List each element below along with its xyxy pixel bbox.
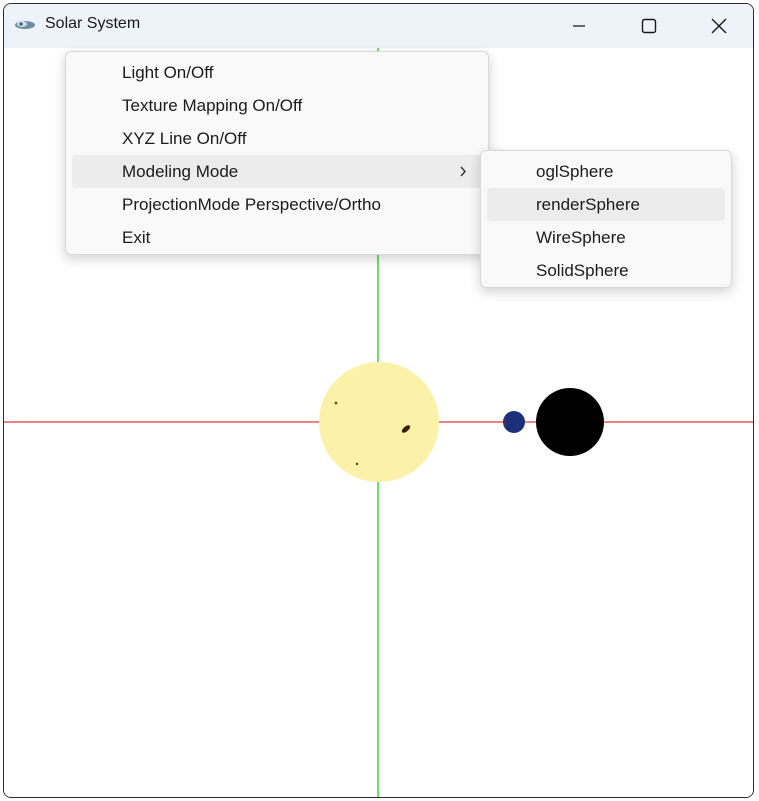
window-title: Solar System	[45, 15, 141, 32]
close-button[interactable]	[696, 4, 742, 48]
context-menu: Light On/Off Texture Mapping On/Off XYZ …	[65, 51, 489, 255]
sun-spot-1	[334, 401, 338, 405]
minimize-button[interactable]	[556, 4, 602, 48]
menu-item-light[interactable]: Light On/Off	[72, 56, 482, 89]
maximize-icon	[641, 18, 657, 34]
modeling-mode-submenu: oglSphere renderSphere WireSphere SolidS…	[480, 150, 732, 288]
menu-item-exit[interactable]: Exit	[72, 221, 482, 254]
menu-item-modeling-mode[interactable]: Modeling Mode	[72, 155, 482, 188]
sun-spot-3	[355, 462, 359, 466]
close-icon	[711, 18, 727, 34]
app-icon	[14, 16, 36, 34]
menu-item-xyz-line[interactable]: XYZ Line On/Off	[72, 122, 482, 155]
sun	[319, 362, 439, 482]
submenu-item-oglsphere[interactable]: oglSphere	[487, 155, 725, 188]
moon	[536, 388, 604, 456]
submenu-item-wiresphere[interactable]: WireSphere	[487, 221, 725, 254]
submenu-item-solidsphere[interactable]: SolidSphere	[487, 254, 725, 287]
minimize-icon	[573, 25, 585, 27]
title-bar[interactable]: Solar System	[4, 4, 753, 48]
menu-item-texture-mapping[interactable]: Texture Mapping On/Off	[72, 89, 482, 122]
maximize-button[interactable]	[626, 4, 672, 48]
planet	[503, 411, 525, 433]
menu-item-projection-mode[interactable]: ProjectionMode Perspective/Ortho	[72, 188, 482, 221]
submenu-item-rendersphere[interactable]: renderSphere	[487, 188, 725, 221]
